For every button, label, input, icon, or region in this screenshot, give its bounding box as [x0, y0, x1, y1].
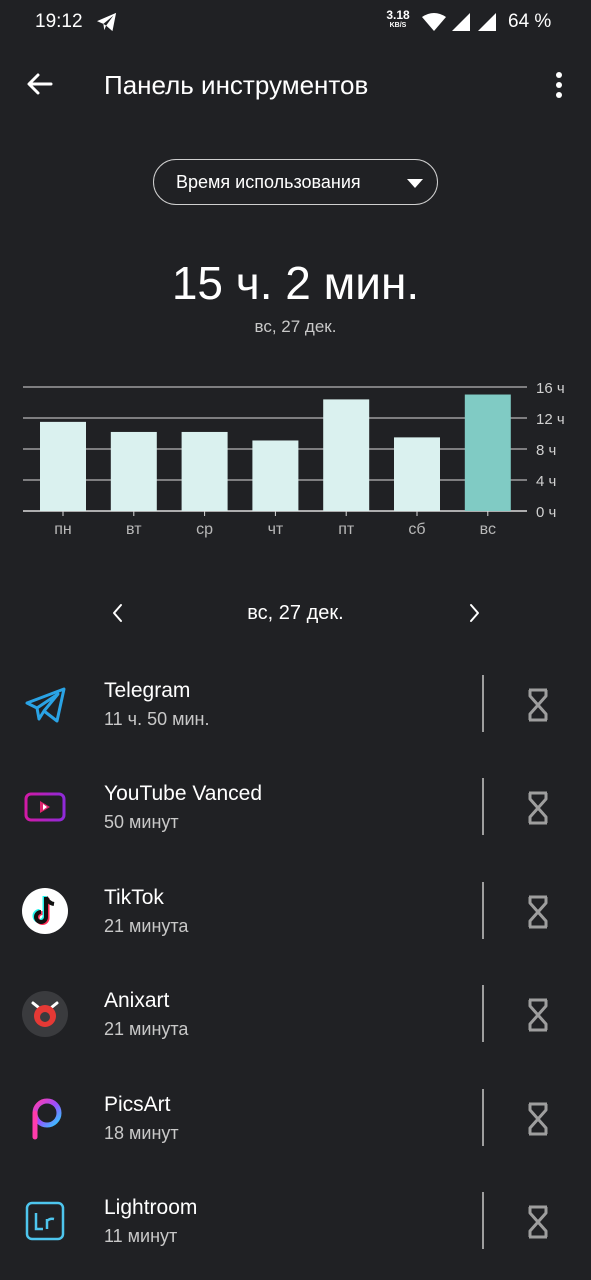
telegram-icon: [25, 687, 66, 723]
chart-x-tick-label: чт: [268, 521, 284, 538]
chart-y-tick-label: 16 ч: [536, 380, 565, 397]
caret-down-icon: [407, 179, 423, 188]
battery-level: 64 %: [508, 11, 552, 32]
app-usage-time: 50 минут: [104, 812, 179, 833]
hourglass-icon[interactable]: [520, 687, 556, 723]
selected-day-date: вс, 27 дек.: [247, 602, 344, 624]
app-name: Telegram: [104, 679, 191, 702]
chart-x-tick-label: вт: [126, 521, 142, 538]
chart-y-tick-label: 8 ч: [536, 442, 556, 459]
status-time: 19:12: [35, 11, 83, 32]
app-usage-time: 11 минут: [104, 1225, 178, 1246]
hourglass-icon[interactable]: [520, 997, 556, 1033]
tiktok-icon: [22, 887, 68, 934]
app-name: Anixart: [104, 989, 170, 1013]
signal-icon: [478, 13, 496, 31]
arrow-left-icon[interactable]: [22, 66, 58, 102]
app-usage-time: 18 минут: [104, 1122, 179, 1143]
app-row-lightroom[interactable]: Lightroom 11 минут: [0, 1168, 591, 1271]
chart-y-tick-label: 0 ч: [536, 504, 556, 521]
app-row-anixart[interactable]: Anixart 21 минута: [0, 961, 591, 1064]
metric-dropdown-label: Время использования: [176, 172, 361, 192]
youtube-vanced-icon: [24, 792, 66, 822]
chart-x-tick-label: вс: [480, 521, 496, 538]
chart-bar-вс[interactable]: [464, 394, 511, 511]
app-name: PicsArt: [104, 1092, 171, 1116]
divider: [482, 1191, 484, 1249]
chart-bar-пн[interactable]: [40, 421, 86, 511]
chart-bar-пт[interactable]: [323, 399, 370, 511]
app-row-tiktok[interactable]: TikTok 21 минута: [0, 858, 591, 961]
divider: [482, 881, 484, 939]
app-row-picsart[interactable]: PicsArt 18 минут: [0, 1065, 591, 1168]
divider: [482, 778, 484, 836]
app-name: Lightroom: [104, 1195, 198, 1219]
picsart-icon: [32, 1098, 62, 1140]
lightroom-icon: [25, 1201, 65, 1241]
metric-dropdown[interactable]: Время использования: [153, 159, 438, 205]
wifi-icon: [422, 13, 446, 31]
divider: [482, 985, 484, 1043]
usage-bar-chart: 16 ч 12 ч 8 ч 4 ч 0 ч пн вт ср чт пт сб вс: [23, 380, 565, 538]
signal-icon: [452, 13, 470, 31]
page-title: Панель инструментов: [104, 70, 369, 100]
chart-x-tick-label: пн: [54, 521, 72, 538]
divider: [482, 675, 484, 732]
chart-x-tick-label: сб: [408, 521, 425, 538]
hourglass-icon[interactable]: [520, 894, 556, 930]
network-speed: 3.18 KB/S: [386, 8, 410, 29]
anixart-icon: [22, 991, 68, 1038]
chart-bar-чт[interactable]: [252, 440, 299, 511]
chevron-right-icon[interactable]: [460, 598, 488, 628]
telegram-notification-icon: [97, 12, 117, 32]
hourglass-icon[interactable]: [520, 790, 556, 826]
app-name: YouTube Vanced: [104, 782, 263, 806]
chart-bar-сб[interactable]: [394, 437, 440, 511]
hourglass-icon[interactable]: [520, 1101, 556, 1137]
chart-x-tick-label: пт: [338, 521, 355, 538]
total-usage-time: 15 ч. 2 мин.: [171, 257, 420, 309]
app-usage-time: 21 минута: [104, 1019, 189, 1040]
app-usage-time: 21 минута: [104, 915, 189, 936]
app-usage-list: Telegram 11 ч. 50 мин. YouTube Vanced 50…: [0, 651, 591, 1271]
chart-bar-ср[interactable]: [181, 431, 228, 511]
hourglass-icon[interactable]: [520, 1204, 556, 1240]
chart-bar-вт[interactable]: [110, 431, 157, 511]
app-name: TikTok: [104, 885, 164, 909]
divider: [482, 1088, 484, 1146]
chart-y-tick-label: 12 ч: [536, 411, 565, 428]
chart-y-tick-label: 4 ч: [536, 473, 556, 490]
app-usage-time: 11 ч. 50 мин.: [104, 709, 210, 729]
total-usage-date: вс, 27 дек.: [254, 317, 337, 336]
status-bar: 19:12 3.18 KB/S 64 %: [0, 0, 591, 46]
app-row-telegram[interactable]: Telegram 11 ч. 50 мин.: [0, 651, 591, 754]
app-row-youtube-vanced[interactable]: YouTube Vanced 50 минут: [0, 754, 591, 857]
chart-x-tick-label: ср: [196, 521, 213, 538]
more-vert-icon[interactable]: [544, 66, 574, 104]
